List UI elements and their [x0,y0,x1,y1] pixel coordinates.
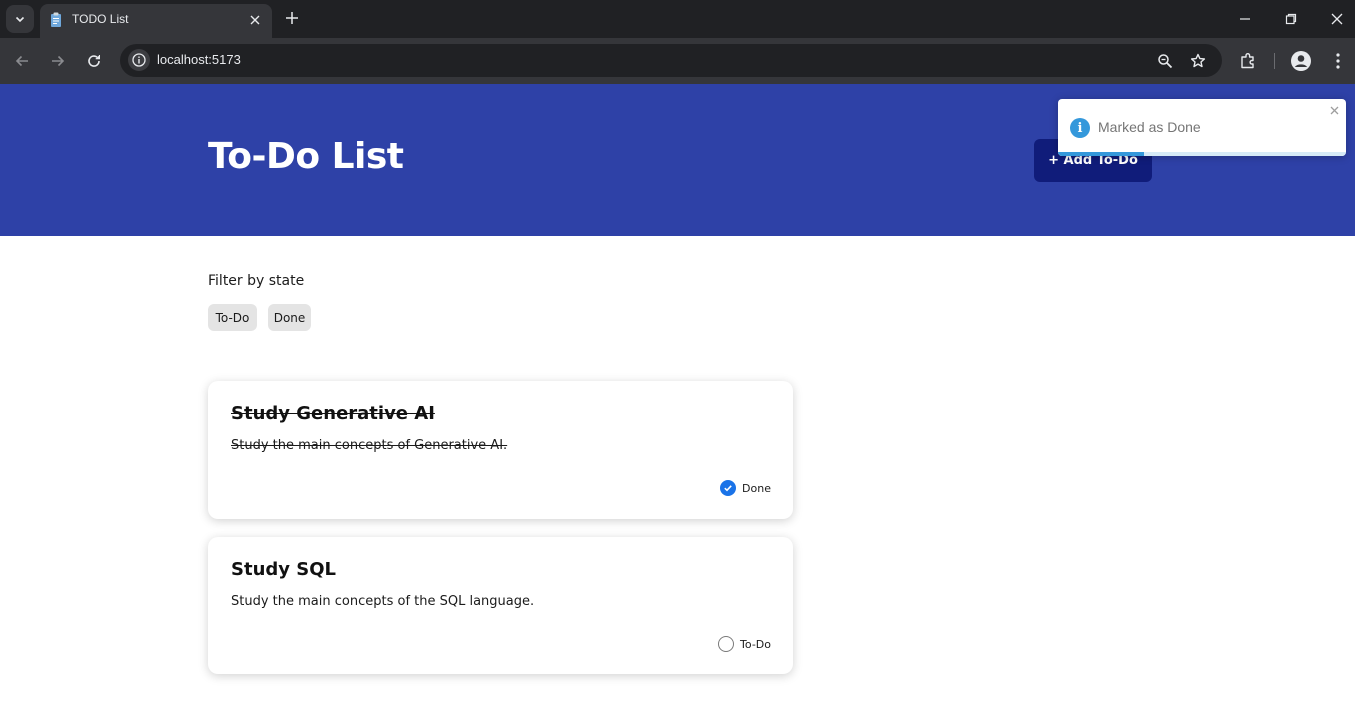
filter-chip-done[interactable]: Done [268,304,311,331]
close-icon[interactable] [1328,104,1340,116]
address-bar[interactable]: localhost:5173 [120,44,1222,77]
chevron-down-icon [15,16,25,23]
toolbar-divider [1274,53,1275,69]
bookmark-star-icon[interactable] [1188,51,1208,71]
todo-state-toggle[interactable]: Done [720,480,771,496]
profile-avatar-icon[interactable] [1289,49,1313,73]
checked-circle-icon[interactable] [720,480,737,496]
todo-state-label: To-Do [740,637,771,651]
new-tab-icon[interactable] [282,8,302,28]
toast-progress-bar [1058,152,1145,156]
browser-tab-bar: TODO List [0,0,1355,38]
todo-state-toggle[interactable]: To-Do [718,636,771,652]
close-window-icon[interactable] [1324,6,1350,32]
todo-title: Study Generative AI [231,403,435,424]
forward-arrow-icon[interactable] [46,49,70,73]
extensions-icon[interactable] [1236,49,1260,73]
tab-search-button[interactable] [6,5,34,33]
reload-icon[interactable] [82,49,106,73]
filter-chip-todo[interactable]: To-Do [208,304,257,331]
todo-title: Study SQL [231,559,337,580]
toast-notification: i Marked as Done [1058,99,1346,156]
browser-tab[interactable]: TODO List [40,4,272,38]
info-icon: i [1070,118,1090,138]
close-tab-icon[interactable] [246,11,264,29]
clipboard-icon [51,12,61,27]
toast-message: Marked as Done [1098,119,1201,135]
zoom-icon[interactable] [1155,51,1175,71]
page-title: To-Do List [208,136,404,177]
todo-state-label: Done [742,481,771,495]
todo-description: Study the main concepts of the SQL langu… [231,594,535,609]
minimize-icon[interactable] [1232,6,1258,32]
more-menu-icon[interactable] [1326,49,1350,73]
site-info-icon[interactable] [128,49,150,71]
browser-toolbar: localhost:5173 [0,38,1355,84]
restore-icon[interactable] [1278,6,1304,32]
tab-title: TODO List [72,12,129,26]
unchecked-circle-icon[interactable] [718,636,735,652]
url-text[interactable]: localhost:5173 [157,52,241,67]
todo-card[interactable]: Study Generative AI Study the main conce… [208,381,793,519]
todo-description: Study the main concepts of Generative AI… [231,438,508,453]
filter-label: Filter by state [208,273,305,289]
back-arrow-icon[interactable] [10,49,34,73]
todo-card[interactable]: Study SQL Study the main concepts of the… [208,537,793,674]
